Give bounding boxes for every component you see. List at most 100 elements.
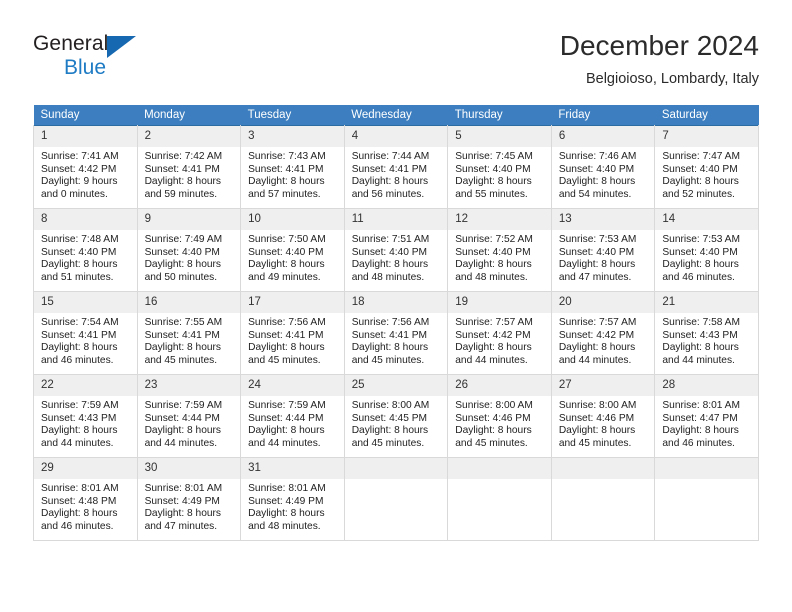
calendar-header-row: Sunday Monday Tuesday Wednesday Thursday…: [33, 105, 759, 126]
day-cell[interactable]: 18 Sunrise: 7:56 AM Sunset: 4:41 PM Dayligh…: [343, 291, 449, 375]
day-cell[interactable]: 26 Sunrise: 8:00 AM Sunset: 4:46 PM Dayligh…: [447, 374, 552, 458]
daylight-text-line2: and 48 minutes.: [248, 520, 321, 532]
day-number: [448, 458, 551, 479]
daylight-text-line2: and 44 minutes.: [144, 437, 218, 449]
daylight-text-line1: Daylight: 8 hours: [248, 425, 325, 437]
day-number: 3: [241, 126, 344, 147]
sunset-text: Sunset: 4:46 PM: [558, 412, 635, 424]
day-cell-empty: [343, 457, 449, 541]
daylight-text-line2: and 45 minutes.: [144, 354, 218, 366]
sunset-text: Sunset: 4:48 PM: [41, 495, 117, 507]
day-cell[interactable]: 6 Sunrise: 7:46 AM Sunset: 4:40 PM Daylight…: [550, 125, 656, 209]
day-cell[interactable]: 8 Sunrise: 7:48 AM Sunset: 4:40 PM Daylight…: [33, 208, 138, 292]
daylight-text-line1: Daylight: 8 hours: [558, 176, 636, 188]
daylight-text-line2: and 57 minutes.: [248, 188, 321, 200]
day-details: Sunrise: 7:50 AM Sunset: 4:40 PM Daylight:…: [241, 230, 344, 284]
daylight-text-line2: and 45 minutes.: [558, 437, 632, 449]
day-details: Sunrise: 7:54 AM Sunset: 4:41 PM Daylight:…: [34, 313, 137, 367]
day-number: 29: [34, 458, 137, 479]
day-number: 9: [137, 209, 241, 230]
calendar-week-row: 15 Sunrise: 7:54 AM Sunset: 4:41 PM Dayligh…: [33, 291, 759, 375]
daylight-text-line2: and 47 minutes.: [144, 520, 218, 532]
day-cell[interactable]: 5 Sunrise: 7:45 AM Sunset: 4:40 PM Daylight…: [447, 125, 552, 209]
daylight-text-line1: Daylight: 8 hours: [455, 425, 532, 437]
sunrise-text: Sunrise: 7:46 AM: [558, 151, 637, 162]
sunset-text: Sunset: 4:44 PM: [144, 412, 220, 424]
day-number: 12: [448, 209, 551, 230]
day-number: 8: [34, 209, 137, 230]
sunset-text: Sunset: 4:40 PM: [558, 163, 635, 175]
day-cell[interactable]: 16 Sunrise: 7:55 AM Sunset: 4:41 PM Dayligh…: [136, 291, 242, 375]
day-cell[interactable]: 12 Sunrise: 7:52 AM Sunset: 4:40 PM Dayligh…: [447, 208, 552, 292]
logo-text-general: General: [33, 32, 109, 55]
day-cell[interactable]: 25 Sunrise: 8:00 AM Sunset: 4:45 PM Dayligh…: [343, 374, 449, 458]
day-cell[interactable]: 22 Sunrise: 7:59 AM Sunset: 4:43 PM Dayligh…: [33, 374, 138, 458]
day-cell[interactable]: 24 Sunrise: 7:59 AM Sunset: 4:44 PM Dayligh…: [240, 374, 345, 458]
day-number: [551, 458, 655, 479]
day-details: Sunrise: 8:01 AM Sunset: 4:48 PM Daylight:…: [34, 479, 137, 533]
day-cell[interactable]: 7 Sunrise: 7:47 AM Sunset: 4:40 PM Daylight…: [654, 125, 759, 209]
daylight-text-line1: Daylight: 8 hours: [144, 342, 222, 354]
day-number: 18: [344, 292, 448, 313]
day-cell[interactable]: 10 Sunrise: 7:50 AM Sunset: 4:40 PM Dayligh…: [240, 208, 345, 292]
daylight-text-line2: and 47 minutes.: [558, 271, 632, 283]
sunrise-text: Sunrise: 8:00 AM: [455, 400, 533, 411]
day-cell[interactable]: 21 Sunrise: 7:58 AM Sunset: 4:43 PM Dayligh…: [654, 291, 759, 375]
day-cell[interactable]: 13 Sunrise: 7:53 AM Sunset: 4:40 PM Dayligh…: [550, 208, 656, 292]
day-cell[interactable]: 14 Sunrise: 7:53 AM Sunset: 4:40 PM Dayligh…: [654, 208, 759, 292]
sunrise-text: Sunrise: 7:52 AM: [455, 234, 533, 245]
day-cell[interactable]: 15 Sunrise: 7:54 AM Sunset: 4:41 PM Dayligh…: [33, 291, 138, 375]
day-details: Sunrise: 8:00 AM Sunset: 4:46 PM Daylight:…: [552, 396, 655, 450]
day-details: Sunrise: 7:59 AM Sunset: 4:43 PM Daylight:…: [34, 396, 137, 450]
day-cell[interactable]: 23 Sunrise: 7:59 AM Sunset: 4:44 PM Dayligh…: [136, 374, 242, 458]
day-details: [552, 479, 655, 483]
day-cell-empty: [550, 457, 656, 541]
daylight-text-line2: and 49 minutes.: [248, 271, 321, 283]
daylight-text-line2: and 44 minutes.: [248, 437, 321, 449]
day-cell-empty: [447, 457, 552, 541]
day-details: Sunrise: 7:57 AM Sunset: 4:42 PM Daylight:…: [448, 313, 551, 367]
day-details: Sunrise: 8:01 AM Sunset: 4:47 PM Daylight:…: [655, 396, 758, 450]
day-cell[interactable]: 27 Sunrise: 8:00 AM Sunset: 4:46 PM Dayligh…: [550, 374, 656, 458]
sunrise-text: Sunrise: 8:01 AM: [144, 483, 223, 494]
general-blue-logo[interactable]: General Blue: [33, 32, 253, 94]
day-cell[interactable]: 19 Sunrise: 7:57 AM Sunset: 4:42 PM Dayligh…: [447, 291, 552, 375]
sunset-text: Sunset: 4:45 PM: [351, 412, 428, 424]
day-cell[interactable]: 17 Sunrise: 7:56 AM Sunset: 4:41 PM Dayligh…: [240, 291, 345, 375]
day-cell[interactable]: 4 Sunrise: 7:44 AM Sunset: 4:41 PM Daylight…: [343, 125, 449, 209]
daylight-text-line2: and 44 minutes.: [558, 354, 632, 366]
day-cell[interactable]: 1 Sunrise: 7:41 AM Sunset: 4:42 PM Daylight…: [33, 125, 138, 209]
day-cell[interactable]: 20 Sunrise: 7:57 AM Sunset: 4:42 PM Dayligh…: [550, 291, 656, 375]
day-cell[interactable]: 11 Sunrise: 7:51 AM Sunset: 4:40 PM Dayligh…: [343, 208, 449, 292]
calendar-week-row: 22 Sunrise: 7:59 AM Sunset: 4:43 PM Dayligh…: [33, 374, 759, 458]
day-details: Sunrise: 7:51 AM Sunset: 4:40 PM Daylight:…: [345, 230, 448, 284]
daylight-text-line2: and 46 minutes.: [662, 437, 735, 449]
daylight-text-line1: Daylight: 8 hours: [248, 342, 325, 354]
day-number: [655, 458, 758, 479]
daylight-text-line1: Daylight: 8 hours: [41, 259, 118, 271]
day-cell[interactable]: 9 Sunrise: 7:49 AM Sunset: 4:40 PM Daylight…: [136, 208, 242, 292]
sunrise-text: Sunrise: 8:00 AM: [558, 400, 637, 411]
day-cell[interactable]: 31 Sunrise: 8:01 AM Sunset: 4:49 PM Dayligh…: [240, 457, 345, 541]
day-details: Sunrise: 7:49 AM Sunset: 4:40 PM Daylight:…: [138, 230, 241, 284]
day-number: 5: [448, 126, 551, 147]
day-cell[interactable]: 30 Sunrise: 8:01 AM Sunset: 4:49 PM Dayligh…: [136, 457, 242, 541]
calendar-week-row: 1 Sunrise: 7:41 AM Sunset: 4:42 PM Daylight…: [33, 125, 759, 209]
calendar-week-row: 8 Sunrise: 7:48 AM Sunset: 4:40 PM Daylight…: [33, 208, 759, 292]
sunrise-text: Sunrise: 8:00 AM: [351, 400, 430, 411]
sunset-text: Sunset: 4:40 PM: [558, 246, 635, 258]
sunrise-text: Sunrise: 7:41 AM: [41, 151, 119, 162]
day-details: [345, 479, 448, 483]
weekday-header-tuesday: Tuesday: [240, 105, 345, 126]
day-number: 16: [137, 292, 241, 313]
day-cell[interactable]: 29 Sunrise: 8:01 AM Sunset: 4:48 PM Dayligh…: [33, 457, 138, 541]
day-cell-empty: [654, 457, 759, 541]
daylight-text-line1: Daylight: 8 hours: [558, 259, 636, 271]
sunset-text: Sunset: 4:47 PM: [662, 412, 738, 424]
day-cell[interactable]: 28 Sunrise: 8:01 AM Sunset: 4:47 PM Dayligh…: [654, 374, 759, 458]
day-cell[interactable]: 2 Sunrise: 7:42 AM Sunset: 4:41 PM Daylight…: [136, 125, 242, 209]
daylight-text-line2: and 44 minutes.: [662, 354, 735, 366]
sunset-text: Sunset: 4:41 PM: [248, 329, 324, 341]
sunrise-text: Sunrise: 7:47 AM: [662, 151, 740, 162]
day-cell[interactable]: 3 Sunrise: 7:43 AM Sunset: 4:41 PM Daylight…: [240, 125, 345, 209]
